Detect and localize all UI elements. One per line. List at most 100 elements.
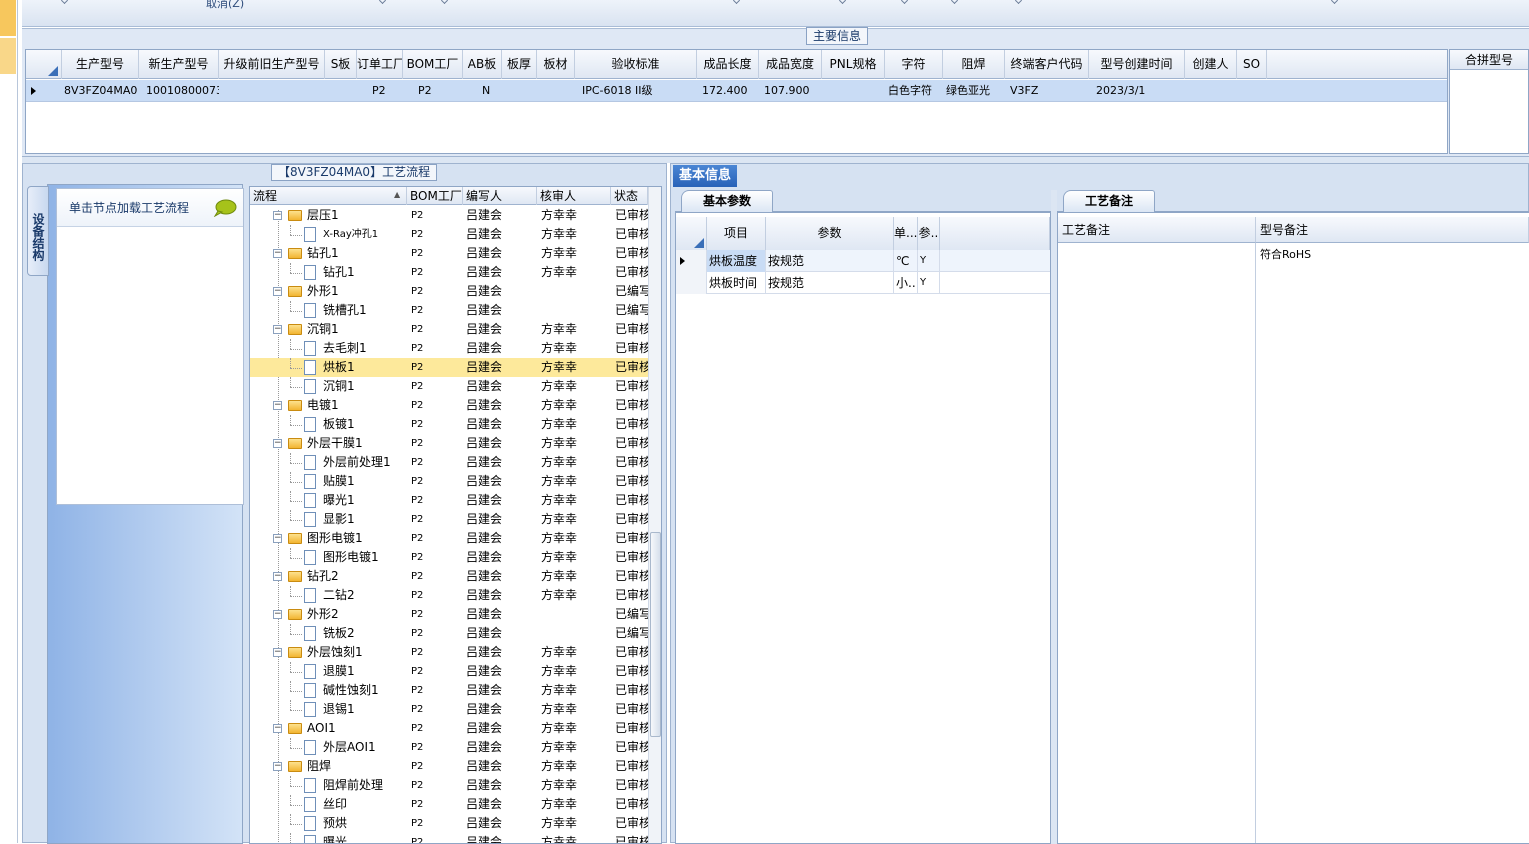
param-value-cell[interactable]: 按规范 (766, 272, 894, 294)
collapse-icon[interactable]: − (273, 401, 282, 410)
param-flag-cell[interactable]: Y (918, 250, 940, 272)
tree-node-label[interactable]: 显影1 (323, 510, 407, 529)
table-cell[interactable] (325, 80, 357, 102)
dropdown-arrow-icon[interactable] (1014, 0, 1023, 5)
collapse-icon[interactable]: − (273, 249, 282, 258)
collapse-icon[interactable]: − (273, 534, 282, 543)
collapse-icon[interactable]: − (273, 287, 282, 296)
tree-node-label[interactable]: 外层蚀刻1 (307, 643, 407, 662)
scroll-thumb[interactable] (650, 532, 661, 737)
tree-row[interactable]: 显影1 P2 吕建会 方幸幸 已审核 (250, 510, 650, 529)
tree-row[interactable]: 二钻2 P2 吕建会 方幸幸 已审核 (250, 586, 650, 605)
tree-row[interactable]: − 电镀1 P2 吕建会 方幸幸 已审核 (250, 396, 650, 415)
tree-node-label[interactable]: 电镀1 (307, 396, 407, 415)
tree-node-label[interactable]: 预烘 (323, 814, 407, 833)
table-cell[interactable] (537, 80, 575, 102)
tree-node-label[interactable]: 外层前处理1 (323, 453, 407, 472)
tree-row[interactable]: 碱性蚀刻1 P2 吕建会 方幸幸 已审核 (250, 681, 650, 700)
column-header[interactable]: BOM工厂 (403, 50, 463, 79)
row-selector-header[interactable] (26, 50, 62, 79)
tree-scrollbar[interactable] (648, 187, 661, 843)
tree-node-label[interactable]: 钻孔2 (307, 567, 407, 586)
tree-row[interactable]: − 外层蚀刻1 P2 吕建会 方幸幸 已审核 (250, 643, 650, 662)
column-header[interactable]: 编写人 (463, 187, 537, 205)
tree-row[interactable]: − 钻孔2 P2 吕建会 方幸幸 已审核 (250, 567, 650, 586)
dropdown-arrow-icon[interactable] (1330, 0, 1339, 5)
column-header[interactable]: 项目 (707, 217, 766, 250)
tree-row[interactable]: 图形电镀1 P2 吕建会 方幸幸 已审核 (250, 548, 650, 567)
collapse-icon[interactable]: − (273, 610, 282, 619)
column-header[interactable]: PNL规格 (822, 50, 885, 79)
table-cell[interactable]: 10010800073535 (145, 80, 219, 102)
tab-basic-params[interactable]: 基本参数 (681, 190, 773, 212)
column-header[interactable]: 流程 (250, 187, 407, 205)
dropdown-arrow-icon[interactable] (60, 0, 69, 5)
row-selector[interactable] (676, 272, 707, 294)
table-cell[interactable] (1237, 80, 1267, 102)
tree-node-label[interactable]: 板镀1 (323, 415, 407, 434)
tree-row[interactable]: 退膜1 P2 吕建会 方幸幸 已审核 (250, 662, 650, 681)
param-item-cell[interactable]: 烘板时间 (707, 272, 766, 294)
tree-row[interactable]: − 外层干膜1 P2 吕建会 方幸幸 已审核 (250, 434, 650, 453)
column-header[interactable]: 核审人 (537, 187, 611, 205)
tree-row[interactable]: 贴膜1 P2 吕建会 方幸幸 已审核 (250, 472, 650, 491)
column-header[interactable]: 新生产型号 (139, 50, 219, 79)
table-cell[interactable] (219, 80, 325, 102)
table-cell[interactable]: 8V3FZ04MA0 (63, 80, 139, 102)
tree-row[interactable]: − 层压1 P2 吕建会 方幸幸 已审核 (250, 206, 650, 225)
param-flag-cell[interactable]: Y (918, 272, 940, 294)
column-header[interactable]: 升级前旧生产型号 (219, 50, 325, 79)
dropdown-arrow-icon[interactable] (900, 0, 909, 5)
collapse-icon[interactable]: − (273, 762, 282, 771)
dropdown-arrow-icon[interactable] (950, 0, 959, 5)
table-cell[interactable]: N (481, 80, 502, 102)
dropdown-arrow-icon[interactable] (440, 0, 449, 5)
tree-node-label[interactable]: 丝印 (323, 795, 407, 814)
tree-node-label[interactable]: 外形2 (307, 605, 407, 624)
column-header[interactable]: AB板 (463, 50, 502, 79)
tree-row[interactable]: 铣板2 P2 吕建会 已编写 (250, 624, 650, 643)
tree-row[interactable]: 钻孔1 P2 吕建会 方幸幸 已审核 (250, 263, 650, 282)
tab-device-structure[interactable]: 设备结构 (27, 186, 49, 276)
tree-node-label[interactable]: 烘板1 (323, 358, 407, 377)
tree-row[interactable]: 曝光 P2 吕建会 方幸幸 已审核 (250, 833, 650, 843)
dropdown-arrow-icon[interactable] (732, 0, 741, 5)
table-cell[interactable]: P2 (417, 80, 463, 102)
param-item-cell[interactable]: 烘板温度 (707, 250, 766, 272)
column-header[interactable]: 板厚 (502, 50, 537, 79)
column-header[interactable]: 终端客户代码 (1005, 50, 1089, 79)
table-cell[interactable]: IPC-6018 II级 (581, 80, 697, 102)
collapse-icon[interactable]: − (273, 724, 282, 733)
column-header[interactable]: 订单工厂 (357, 50, 403, 79)
tree-row[interactable]: 退锡1 P2 吕建会 方幸幸 已审核 (250, 700, 650, 719)
tree-row[interactable]: 外层前处理1 P2 吕建会 方幸幸 已审核 (250, 453, 650, 472)
column-header[interactable]: 板材 (537, 50, 575, 79)
tree-row[interactable]: 曝光1 P2 吕建会 方幸幸 已审核 (250, 491, 650, 510)
column-header[interactable]: BOM工厂 (407, 187, 463, 205)
orange-tab-2[interactable] (0, 38, 16, 74)
tree-row[interactable]: 预烘 P2 吕建会 方幸幸 已审核 (250, 814, 650, 833)
tree-row[interactable]: 沉铜1 P2 吕建会 方幸幸 已审核 (250, 377, 650, 396)
model-remark-cell[interactable]: 符合RoHS (1260, 246, 1311, 262)
param-row-selector-header[interactable] (676, 217, 707, 250)
tree-node-label[interactable]: 曝光 (323, 833, 407, 843)
tree-node-label[interactable]: 沉铜1 (323, 377, 407, 396)
table-cell[interactable]: 白色字符 (887, 80, 943, 102)
tree-node-label[interactable]: 外层干膜1 (307, 434, 407, 453)
tree-node-label[interactable]: 图形电镀1 (307, 529, 407, 548)
combine-model-header[interactable]: 合拼型号 (1450, 50, 1528, 70)
param-value-cell[interactable]: 按规范 (766, 250, 894, 272)
dropdown-arrow-icon[interactable] (838, 0, 847, 5)
column-header[interactable]: 型号创建时间 (1089, 50, 1185, 79)
tab-process-remark[interactable]: 工艺备注 (1063, 190, 1155, 212)
table-cell[interactable] (822, 80, 885, 102)
tree-node-label[interactable]: 钻孔1 (307, 244, 407, 263)
tree-row[interactable]: X-Ray冲孔1 P2 吕建会 方幸幸 已审核 (250, 225, 650, 244)
dropdown-arrow-icon[interactable] (378, 0, 387, 5)
tree-row[interactable]: − 外形2 P2 吕建会 已编写 (250, 605, 650, 624)
tree-node-label[interactable]: 阻焊 (307, 757, 407, 776)
orange-tab[interactable] (0, 0, 16, 36)
tree-node-label[interactable]: X-Ray冲孔1 (323, 225, 407, 244)
table-cell[interactable]: 绿色亚光 (945, 80, 1005, 102)
tab-basic-info[interactable]: 基本信息 (673, 165, 737, 187)
